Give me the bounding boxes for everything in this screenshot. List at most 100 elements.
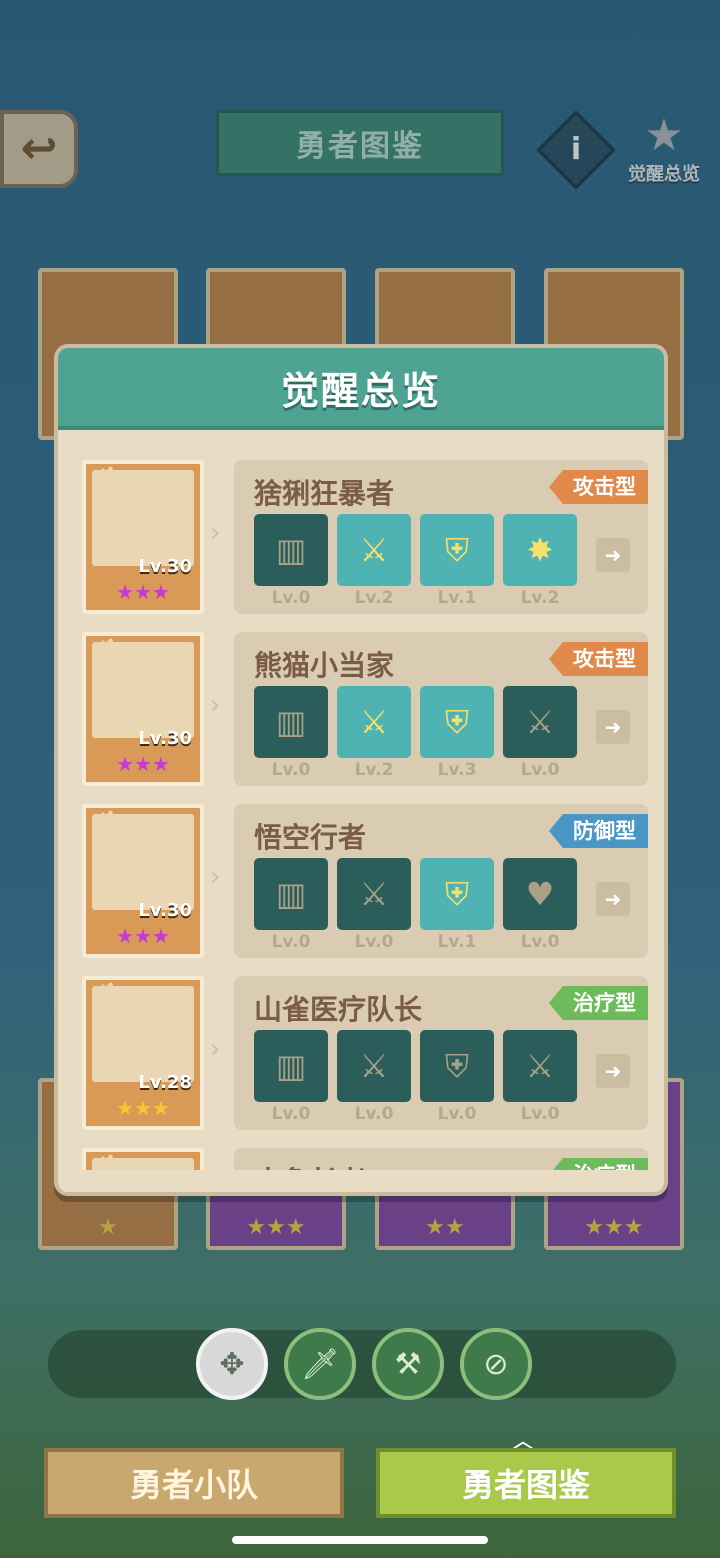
hero-portrait[interactable]: 🗡Lv.30★★★ <box>82 804 204 958</box>
hero-level: Lv.30 <box>138 728 192 749</box>
hero-stars: ★★★ <box>116 924 170 948</box>
hero-awaken-panel: 猞猁狂暴者 攻击型 ▥ Lv.0 ⚔ Lv.2 ⛨ Lv.1 ✸ Lv.2 ➜ <box>234 460 648 614</box>
hero-stars: ★★★ <box>116 752 170 776</box>
hero-row[interactable]: 🗡Lv.28★★★›山雀医疗队长治疗型▥Lv.0⚔Lv.0⛨Lv.0⚔Lv.0➜ <box>78 976 648 1134</box>
filter-hammer-button[interactable]: ⚒ <box>372 1328 444 1400</box>
arrow-right-button[interactable]: ➜ <box>596 882 630 916</box>
back-button[interactable]: ↩ <box>0 110 78 188</box>
home-indicator[interactable] <box>232 1536 488 1544</box>
hero-avatar <box>92 986 194 1082</box>
pillar-icon: ▥ <box>254 686 328 758</box>
skill-level: Lv.0 <box>520 932 560 952</box>
hero-portrait[interactable]: 🗡Lv.28★★★ <box>82 976 204 1130</box>
skill-level: Lv.2 <box>354 760 394 780</box>
hero-portrait[interactable]: 🗡 <box>82 1148 204 1170</box>
awaken-overview-label: 觉醒总览 <box>628 164 700 185</box>
awaken-skill-list: ▥ Lv.0 ⚔ Lv.0 ⛨ Lv.0 ⚔ Lv.0 <box>254 1030 584 1126</box>
hero-awaken-list[interactable]: 🗡Lv.30★★★›猞猁狂暴者攻击型▥Lv.0⚔Lv.2⛨Lv.1✸Lv.2➜🗡… <box>58 434 664 1170</box>
page-title-banner: 勇者图鉴 <box>216 110 504 176</box>
info-button[interactable]: i <box>536 110 616 190</box>
awaken-skill[interactable]: ▥ Lv.0 <box>254 514 328 608</box>
skill-level: Lv.0 <box>354 1104 394 1124</box>
pillar-icon: ▥ <box>254 858 328 930</box>
crossed-swords-icon: ⚔ <box>337 686 411 758</box>
awaken-skill[interactable]: ⛨ Lv.1 <box>420 858 494 952</box>
awaken-skill[interactable]: ▥ Lv.0 <box>254 1030 328 1124</box>
heart-plus-icon: ♥ <box>503 858 577 930</box>
awaken-skill[interactable]: ✸ Lv.2 <box>503 514 577 608</box>
arrow-right-button[interactable]: ➜ <box>596 538 630 572</box>
skill-level: Lv.3 <box>437 760 477 780</box>
compass-icon: ⊘ <box>483 1346 509 1382</box>
hero-awaken-panel: 大象长者 治疗型 <box>234 1148 648 1170</box>
awaken-skill-list: ▥ Lv.0 ⚔ Lv.0 ⛨ Lv.1 ♥ Lv.0 <box>254 858 584 954</box>
awaken-skill[interactable]: ⚔ Lv.2 <box>337 514 411 608</box>
filter-all-button[interactable]: ✥ <box>196 1328 268 1400</box>
hero-level: Lv.30 <box>138 900 192 921</box>
hero-row[interactable]: 🗡Lv.30★★★›猞猁狂暴者攻击型▥Lv.0⚔Lv.2⛨Lv.1✸Lv.2➜ <box>78 460 648 618</box>
awaken-overview-modal: 觉醒总览 🗡Lv.30★★★›猞猁狂暴者攻击型▥Lv.0⚔Lv.2⛨Lv.1✸L… <box>54 344 668 1196</box>
filter-compass-button[interactable]: ⊘ <box>460 1328 532 1400</box>
tab-hero-team[interactable]: 勇者小队 <box>44 1448 344 1518</box>
tab-hero-codex[interactable]: 勇者图鉴 <box>376 1448 676 1518</box>
modal-title: 觉醒总览 <box>280 368 441 413</box>
filter-attack-button[interactable]: 🗡 <box>284 1328 356 1400</box>
awaken-skill[interactable]: ⚔ Lv.0 <box>503 1030 577 1124</box>
skill-level: Lv.0 <box>520 760 560 780</box>
hero-type-badge: 治疗型 <box>549 1158 648 1170</box>
shield-icon: ⛨ <box>420 514 494 586</box>
hammer-icon: ⚒ <box>394 1346 422 1382</box>
awaken-skill[interactable]: ▥ Lv.0 <box>254 858 328 952</box>
hero-row[interactable]: 🗡›大象长者治疗型 <box>78 1148 648 1170</box>
hero-row[interactable]: 🗡Lv.30★★★›熊猫小当家攻击型▥Lv.0⚔Lv.2⛨Lv.3⚔Lv.0➜ <box>78 632 648 790</box>
grid-card-stars: ★ <box>98 1215 118 1240</box>
sword-icon: 🗡 <box>300 1346 340 1382</box>
hero-type-badge: 防御型 <box>549 814 648 848</box>
hero-portrait[interactable]: 🗡Lv.30★★★ <box>82 460 204 614</box>
arrow-right-button[interactable]: ➜ <box>596 1054 630 1088</box>
awaken-skill[interactable]: ⚔ Lv.0 <box>337 858 411 952</box>
hero-level: Lv.28 <box>138 1072 192 1093</box>
awaken-skill[interactable]: ⛨ Lv.3 <box>420 686 494 780</box>
awaken-overview-button[interactable]: ★ 觉醒总览 <box>618 112 710 196</box>
shield-icon: ⛨ <box>420 1030 494 1102</box>
shield-icon: ⛨ <box>420 858 494 930</box>
awaken-skill[interactable]: ⛨ Lv.0 <box>420 1030 494 1124</box>
hero-level: Lv.30 <box>138 556 192 577</box>
awaken-skill[interactable]: ▥ Lv.0 <box>254 686 328 780</box>
chevron-right-icon: › <box>210 1034 221 1064</box>
awaken-skill[interactable]: ♥ Lv.0 <box>503 858 577 952</box>
crossed-swords-icon: ⚔ <box>503 686 577 758</box>
crossed-swords-icon: ⚔ <box>337 858 411 930</box>
awaken-skill[interactable]: ⚔ Lv.2 <box>337 686 411 780</box>
awaken-skill[interactable]: ⚔ Lv.0 <box>337 1030 411 1124</box>
hero-awaken-panel: 悟空行者 防御型 ▥ Lv.0 ⚔ Lv.0 ⛨ Lv.1 ♥ Lv.0 ➜ <box>234 804 648 958</box>
skill-level: Lv.0 <box>271 760 311 780</box>
hero-name: 悟空行者 <box>254 821 367 854</box>
awaken-skill-list: ▥ Lv.0 ⚔ Lv.2 ⛨ Lv.3 ⚔ Lv.0 <box>254 686 584 782</box>
awaken-skill[interactable]: ⚔ Lv.0 <box>503 686 577 780</box>
back-arrow-icon: ↩ <box>20 123 58 174</box>
arrow-right-button[interactable]: ➜ <box>596 710 630 744</box>
hero-awaken-panel: 熊猫小当家 攻击型 ▥ Lv.0 ⚔ Lv.2 ⛨ Lv.3 ⚔ Lv.0 ➜ <box>234 632 648 786</box>
hero-stars: ★★★ <box>116 1096 170 1120</box>
crossed-swords-icon: ⚔ <box>337 514 411 586</box>
hero-name: 大象长者 <box>254 1160 366 1170</box>
grid-card-stars: ★★★ <box>584 1215 644 1240</box>
hero-row[interactable]: 🗡Lv.30★★★›悟空行者防御型▥Lv.0⚔Lv.0⛨Lv.1♥Lv.0➜ <box>78 804 648 962</box>
skill-level: Lv.1 <box>437 588 477 608</box>
hero-portrait[interactable]: 🗡Lv.30★★★ <box>82 632 204 786</box>
modal-header: 觉醒总览 <box>58 348 664 430</box>
pillar-icon: ▥ <box>254 1030 328 1102</box>
skill-level: Lv.0 <box>354 932 394 952</box>
chevron-right-icon: › <box>210 862 221 892</box>
hero-awaken-panel: 山雀医疗队长 治疗型 ▥ Lv.0 ⚔ Lv.0 ⛨ Lv.0 ⚔ Lv.0 ➜ <box>234 976 648 1130</box>
crossed-swords-icon: ⚔ <box>503 1030 577 1102</box>
hero-name: 熊猫小当家 <box>254 649 395 682</box>
hero-stars: ★★★ <box>116 580 170 604</box>
awaken-skill[interactable]: ⛨ Lv.1 <box>420 514 494 608</box>
info-icon: i <box>570 132 582 167</box>
skill-level: Lv.0 <box>271 1104 311 1124</box>
hero-avatar <box>92 1158 194 1170</box>
skill-level: Lv.2 <box>520 588 560 608</box>
